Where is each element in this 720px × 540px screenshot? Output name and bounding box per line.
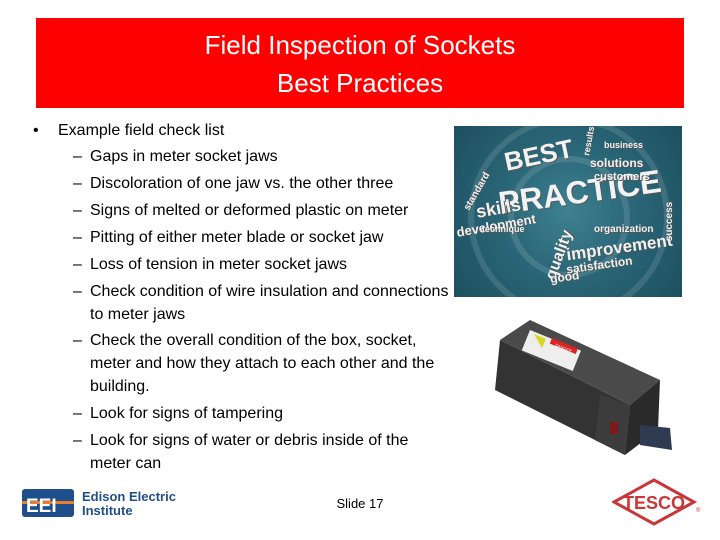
- checklist-item-text: Look for signs of water or debris inside…: [90, 432, 409, 449]
- checklist-item-text: Pitting of either meter blade or socket …: [90, 229, 384, 246]
- checklist-item-text: building.: [90, 378, 150, 395]
- checklist-item-text: Look for signs of tampering: [90, 405, 283, 422]
- dash-icon: –: [73, 202, 82, 219]
- dash-icon: –: [73, 229, 82, 246]
- svg-text:®: ®: [696, 507, 701, 514]
- checklist-item-text: Loss of tension in meter socket jaws: [90, 256, 348, 273]
- best-practice-image: BEST PRACTICE solutions customers skills…: [454, 126, 682, 297]
- checklist-item-text: Discoloration of one jaw vs. the other t…: [90, 175, 394, 192]
- bullet-icon: •: [33, 122, 39, 139]
- bullet-main-text: Example field check list: [58, 122, 225, 139]
- meter-socket-device-image: DANGER: [495, 320, 672, 455]
- tesco-logo: TESCO ®: [610, 478, 702, 531]
- dash-icon: –: [73, 283, 82, 300]
- checklist-item-text: Gaps in meter socket jaws: [90, 148, 278, 165]
- dash-icon: –: [73, 432, 82, 449]
- checklist-item-text: Check condition of wire insulation and c…: [90, 283, 449, 300]
- checklist-item-text: to meter jaws: [90, 306, 186, 323]
- dash-icon: –: [73, 405, 82, 422]
- dash-icon: –: [73, 256, 82, 273]
- checklist-item-text: meter and how they attach to each other …: [90, 355, 435, 372]
- title-line-2: Best Practices: [276, 68, 444, 98]
- checklist-item-text: meter can: [90, 455, 162, 472]
- checklist-item-text: Signs of melted or deformed plastic on m…: [90, 202, 409, 219]
- title-line-1: Field Inspection of Sockets: [204, 30, 516, 60]
- dash-icon: –: [73, 148, 82, 165]
- dash-icon: –: [73, 175, 82, 192]
- svg-text:TESCO: TESCO: [623, 493, 685, 513]
- dash-icon: –: [73, 332, 82, 349]
- slide-title: Field Inspection of Sockets Best Practic…: [36, 18, 684, 108]
- checklist-item-text: Check the overall condition of the box, …: [90, 332, 417, 349]
